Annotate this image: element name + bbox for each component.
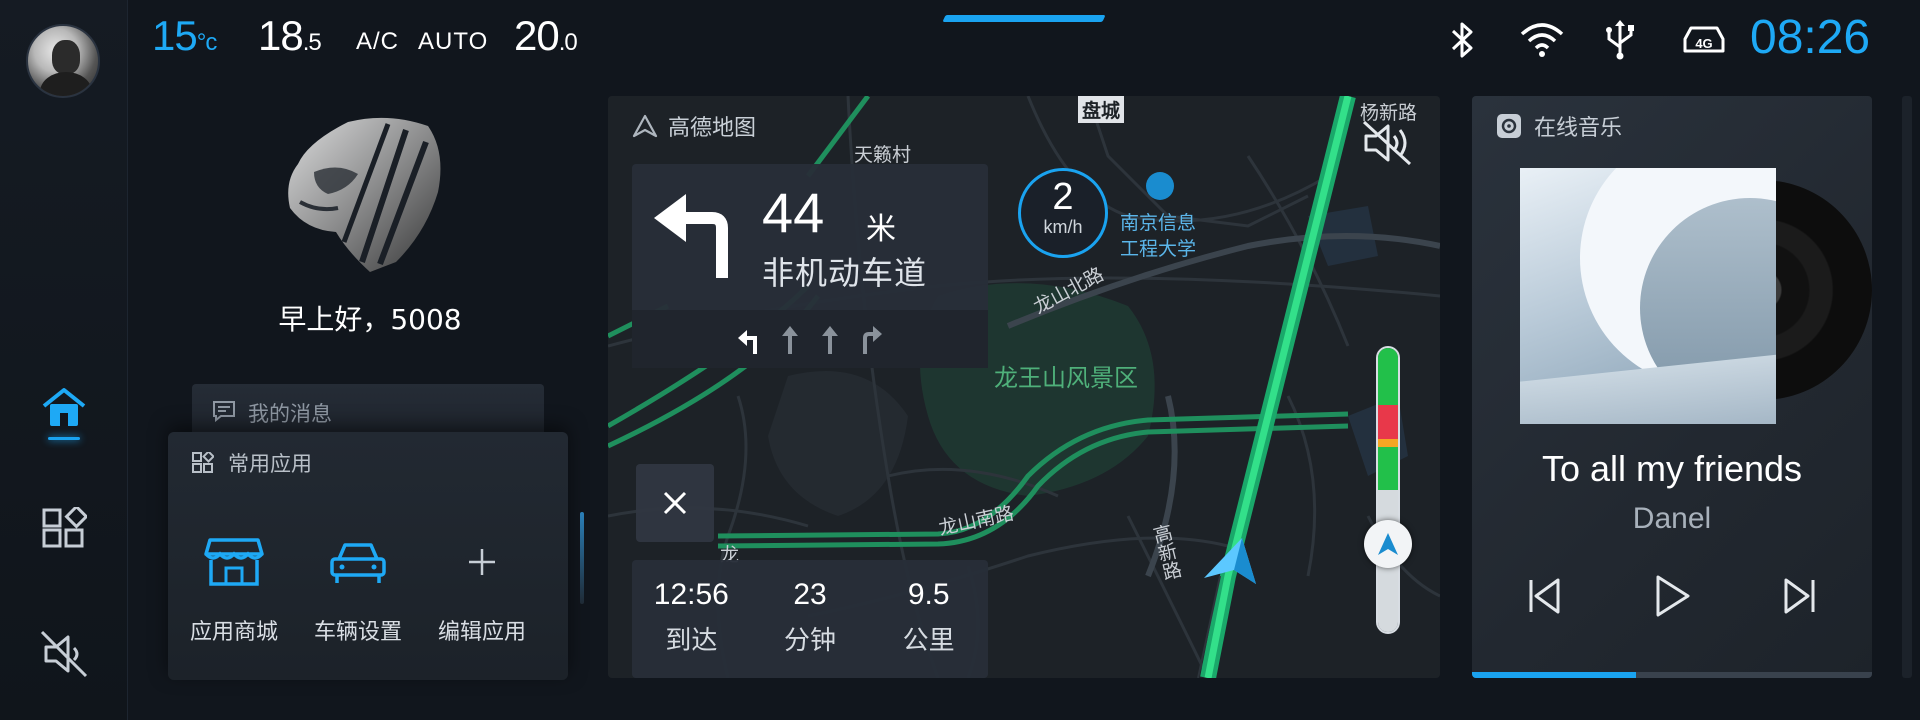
- apps-small-icon: [192, 452, 214, 473]
- vehicle-position-icon: [1204, 538, 1256, 584]
- turn-instruction-card: 44 米 非机动车道: [632, 164, 988, 368]
- apps-button[interactable]: [34, 500, 94, 560]
- home-button[interactable]: [34, 378, 94, 440]
- nav-voice-muted-icon[interactable]: [1360, 118, 1418, 168]
- message-icon: [213, 401, 235, 422]
- map-label-university-2: 工程大学: [1120, 238, 1197, 260]
- album-cover: [1520, 168, 1776, 424]
- speaker-muted-icon: [40, 630, 88, 678]
- traffic-light-bar: [1376, 346, 1400, 634]
- app-store-label: 应用商城: [189, 620, 278, 645]
- common-apps-card: 常用应用 应用商城 车辆设置 编辑应用: [168, 432, 568, 680]
- eta-minutes: 23 分钟: [751, 560, 870, 678]
- map-brand: 高德地图: [632, 110, 756, 142]
- turn-distance-unit: 米: [866, 212, 896, 247]
- greeting-text: 早上好，5008: [278, 303, 462, 336]
- 4g-icon: 4G: [1680, 18, 1728, 62]
- ac-toggle[interactable]: A/C: [356, 28, 399, 56]
- network-label: 4G: [1695, 36, 1712, 51]
- skip-next-icon: [1784, 578, 1815, 614]
- play-button[interactable]: [1642, 566, 1702, 626]
- pull-down-handle[interactable]: [942, 15, 1106, 22]
- outside-temperature: 15°c: [152, 12, 217, 59]
- apps-grid-icon: [42, 507, 87, 548]
- turn-left-arrow-icon: [654, 194, 728, 278]
- brand-lion-logo: [288, 117, 441, 272]
- usb-icon: [1600, 18, 1640, 62]
- speed-value: 2: [1052, 176, 1074, 218]
- remaining-distance: 9.5: [907, 578, 950, 611]
- auto-climate-toggle[interactable]: AUTO: [418, 28, 488, 56]
- messages-label: 我的消息: [248, 402, 332, 426]
- song-artist: Danel: [1632, 502, 1712, 535]
- arrival-time: 12:56: [653, 578, 729, 611]
- side-rail: [0, 0, 128, 720]
- music-card[interactable]: 在线音乐 To all my friends Danel: [1472, 96, 1872, 678]
- edit-apps-label: 编辑应用: [437, 620, 526, 645]
- eta-distance: 9.5 公里: [869, 560, 988, 678]
- home-icon: [42, 388, 86, 426]
- speed-unit: km/h: [1043, 217, 1083, 237]
- previous-track-button[interactable]: [1514, 566, 1574, 626]
- app-store-button[interactable]: 应用商城: [172, 530, 296, 650]
- lane-left-icon: [738, 330, 757, 354]
- song-title: To all my friends: [1541, 448, 1803, 489]
- trip-summary-card[interactable]: 12:56 到达 23 分钟 9.5 公里: [632, 560, 988, 678]
- skip-previous-icon: [1529, 578, 1560, 614]
- car-icon: [330, 543, 386, 583]
- passenger-temperature[interactable]: 20.0: [514, 12, 578, 60]
- close-icon: [663, 491, 687, 515]
- messages-card[interactable]: 我的消息: [192, 384, 544, 438]
- music-header: 在线音乐: [1496, 110, 1622, 142]
- lane-guidance: [632, 310, 988, 368]
- navigation-arrow-icon: [1378, 533, 1398, 555]
- map-brand-label: 高德地图: [668, 116, 757, 141]
- music-app-icon: [1497, 114, 1521, 138]
- map-label-pancheng: 盘城: [1078, 96, 1125, 123]
- map-label-scenic-area: 龙王山风景区: [994, 364, 1138, 392]
- turn-road-name: 非机动车道: [762, 254, 928, 292]
- next-track-button[interactable]: [1770, 566, 1830, 626]
- driver-temperature[interactable]: 18.5: [258, 12, 322, 60]
- vehicle-settings-label: 车辆设置: [313, 620, 402, 645]
- lane-straight-icon: [782, 326, 798, 354]
- music-progress-track[interactable]: [1472, 672, 1872, 678]
- music-progress-fill: [1472, 672, 1636, 678]
- common-apps-title: 常用应用: [228, 452, 312, 476]
- edit-apps-button[interactable]: 编辑应用: [420, 530, 544, 650]
- user-avatar[interactable]: [26, 24, 100, 98]
- store-icon: [204, 538, 264, 586]
- wifi-icon: [1518, 18, 1566, 62]
- eta-arrival: 12:56 到达: [632, 560, 751, 678]
- navigation-map[interactable]: 高德地图 天籁村 盘城 杨新路 南京信息 工程大学 龙山北路 龙王山风景区 龙山…: [608, 96, 1440, 678]
- minutes-label: 分钟: [784, 626, 837, 656]
- university-icon: [1146, 172, 1174, 200]
- route-progress-marker: [1364, 520, 1412, 568]
- remaining-minutes: 23: [793, 578, 827, 611]
- amap-logo-icon: [632, 114, 658, 138]
- arrival-label: 到达: [665, 626, 718, 656]
- music-source-label: 在线音乐: [1534, 116, 1623, 141]
- plus-icon: [469, 549, 495, 575]
- bluetooth-icon: [1442, 18, 1482, 62]
- clock: 08:26: [1750, 11, 1871, 64]
- map-label-university-1: 南京信息: [1120, 212, 1197, 234]
- mute-button[interactable]: [34, 624, 94, 684]
- distance-label: 公里: [902, 626, 955, 656]
- turn-distance: 44: [762, 181, 825, 244]
- lane-right-icon: [863, 326, 882, 354]
- map-label-village: 天籁村: [854, 144, 912, 166]
- current-speed: 2 km/h: [1018, 168, 1108, 258]
- vehicle-settings-button[interactable]: 车辆设置: [296, 530, 420, 650]
- lane-straight-icon: [822, 326, 838, 354]
- play-icon: [1656, 575, 1690, 617]
- carousel-edge: [580, 512, 584, 604]
- exit-navigation-button[interactable]: [636, 464, 714, 542]
- next-card-peek[interactable]: [1902, 96, 1912, 678]
